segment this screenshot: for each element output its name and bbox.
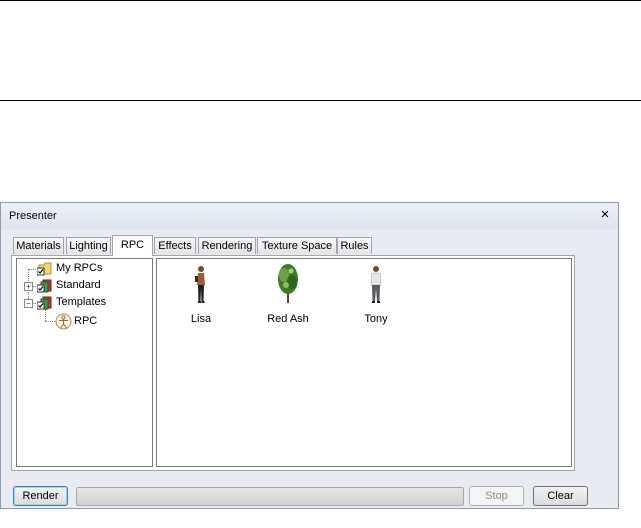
title-bar[interactable]: Presenter × (1, 203, 618, 229)
rpc-panel: My RPCs + Standard − Templates RPC Lisa … (11, 255, 575, 471)
render-button[interactable]: Render (13, 486, 68, 506)
person-figure-icon (367, 265, 385, 308)
stop-button[interactable]: Stop (469, 486, 524, 506)
library-checked-icon (36, 279, 53, 296)
rpc-tree-view[interactable]: My RPCs + Standard − Templates RPC (16, 258, 153, 467)
tab-materials[interactable]: Materials (13, 237, 64, 254)
rpc-item-label: Lisa (190, 313, 212, 325)
tab-lighting[interactable]: Lighting (66, 237, 111, 254)
middle-divider-line (0, 100, 641, 101)
rpc-item-label: Red Ash (267, 313, 309, 325)
tab-rules[interactable]: Rules (337, 237, 372, 254)
tab-texture-space[interactable]: Texture Space (257, 237, 337, 254)
person-template-icon (55, 313, 72, 333)
tree-item-label: RPC (74, 315, 98, 327)
tree-item-templates[interactable]: Templates (36, 296, 147, 313)
rpc-item-tony[interactable]: Tony (341, 263, 411, 329)
tree-item-standard[interactable]: Standard (36, 279, 147, 296)
tab-rendering[interactable]: Rendering (198, 237, 256, 254)
collapse-templates-button[interactable]: − (24, 299, 33, 308)
tree-icon (275, 263, 301, 308)
tree-item-label: My RPCs (56, 262, 103, 274)
top-divider-line (0, 0, 641, 1)
person-figure-icon (192, 265, 210, 308)
tree-item-label: Standard (56, 279, 101, 291)
tree-connector (45, 321, 55, 322)
render-progress-bar (76, 487, 464, 506)
tab-effects[interactable]: Effects (154, 237, 196, 254)
rpc-content-view[interactable]: Lisa Red Ash Tony (156, 258, 572, 467)
library-checked-icon (36, 296, 53, 313)
presenter-window: Presenter × Materials Lighting RPC Effec… (0, 202, 619, 509)
rpc-item-lisa[interactable]: Lisa (166, 263, 236, 329)
clear-button[interactable]: Clear (533, 486, 588, 506)
tree-item-rpc[interactable]: RPC (55, 313, 145, 330)
close-icon[interactable]: × (598, 207, 612, 223)
tab-rpc[interactable]: RPC (112, 235, 153, 256)
window-title: Presenter (9, 210, 57, 222)
tree-item-my-rpcs[interactable]: My RPCs (36, 262, 147, 279)
expand-standard-button[interactable]: + (24, 282, 33, 291)
rpc-item-label: Tony (364, 313, 388, 325)
rpc-item-red-ash[interactable]: Red Ash (253, 263, 323, 329)
tree-item-label: Templates (56, 296, 107, 308)
folder-checked-icon (36, 262, 53, 279)
